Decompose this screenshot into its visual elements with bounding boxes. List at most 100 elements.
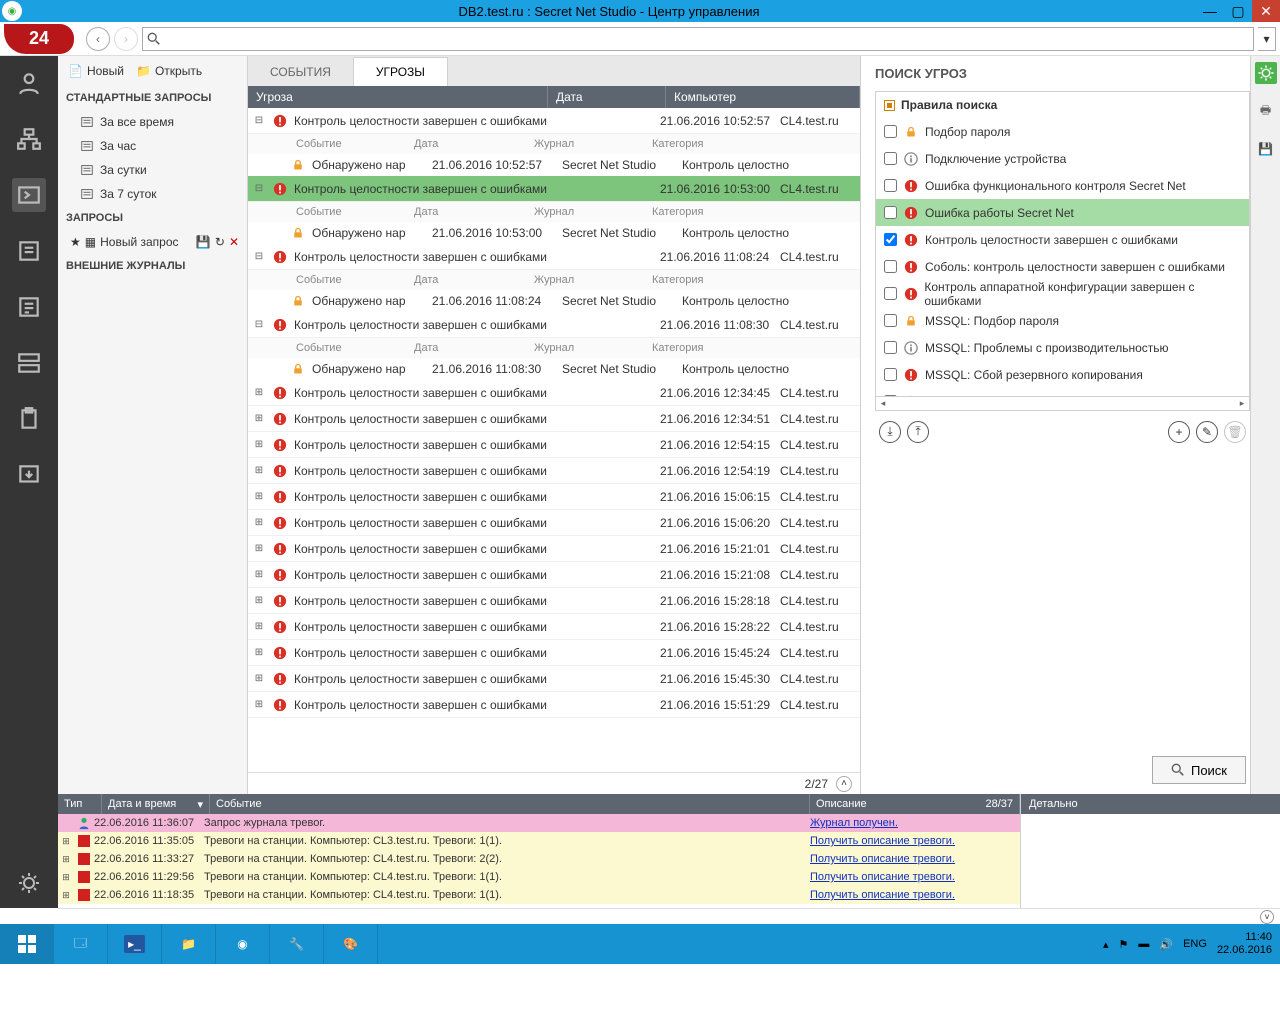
expand-icon[interactable]: ⊞ [248,595,270,606]
log-row[interactable]: 22.06.2016 11:36:07Запрос журнала тревог… [58,814,1020,832]
std-query-item[interactable]: За все время [58,110,247,134]
add-rule-button[interactable]: + [1168,421,1190,443]
rule-item[interactable]: Подбор пароля [876,118,1249,145]
expand-icon[interactable]: ⊞ [248,465,270,476]
expand-icon[interactable]: ⊞ [248,517,270,528]
threat-row[interactable]: ⊞Контроль целостности завершен с ошибкам… [248,380,860,406]
threat-row[interactable]: ⊞Контроль целостности завершен с ошибкам… [248,692,860,718]
expand-icon[interactable]: ⊞ [248,543,270,554]
threat-row[interactable]: ⊞Контроль целостности завершен с ошибкам… [248,666,860,692]
expand-icon[interactable]: ⊞ [248,647,270,658]
rule-checkbox[interactable] [884,341,897,354]
threat-row[interactable]: ⊞Контроль целостности завершен с ошибкам… [248,510,860,536]
threat-row[interactable]: ⊞Контроль целостности завершен с ошибкам… [248,640,860,666]
expand-icon[interactable]: ⊟ [248,115,270,126]
rule-item[interactable]: Подключение устройства [876,145,1249,172]
sub-row[interactable]: Обнаружено нар21.06.2016 10:52:57Secret … [248,154,860,176]
log-row[interactable]: ⊞22.06.2016 11:29:56Тревоги на станции. … [58,868,1020,886]
log-link[interactable]: Получить описание тревоги. [810,835,1020,847]
rule-item[interactable]: MSSQL: Сбой резервного копирования [876,361,1249,388]
threat-row[interactable]: ⊟Контроль целостности завершен с ошибкам… [248,108,860,134]
refresh-icon[interactable]: ↻ [215,235,225,249]
col-datetime[interactable]: Дата и время▾ [102,794,210,814]
nav-forward-button[interactable]: › [114,27,138,51]
nav-user-icon[interactable] [12,66,46,100]
col-description[interactable]: Описание28/37 [810,794,1020,814]
threat-row[interactable]: ⊞Контроль целостности завершен с ошибкам… [248,536,860,562]
nav-back-button[interactable]: ‹ [86,27,110,51]
col-type[interactable]: Тип [58,794,102,814]
task-server-icon[interactable]: 🗔 [54,924,108,964]
rule-item[interactable]: Ошибка функционального контроля Secret N… [876,172,1249,199]
sub-row[interactable]: Обнаружено нар21.06.2016 10:53:00Secret … [248,222,860,244]
tray-lang[interactable]: ENG [1183,938,1207,950]
nav-threats-icon[interactable] [12,178,46,212]
col-date[interactable]: Дата [548,86,666,108]
log-row[interactable]: ⊞22.06.2016 11:18:35Тревоги на станции. … [58,886,1020,904]
log-link[interactable]: Получить описание тревоги. [810,853,1020,865]
expand-icon[interactable]: ⊞ [58,890,74,901]
tray-clock[interactable]: 11:4022.06.2016 [1217,931,1272,957]
rules-scrollbar[interactable]: ◂▸ [875,397,1250,411]
expand-icon[interactable]: ⊟ [248,251,270,262]
threat-row[interactable]: ⊟Контроль целостности завершен с ошибкам… [248,176,860,202]
edit-rule-button[interactable]: ✎ [1196,421,1218,443]
rule-checkbox[interactable] [884,179,897,192]
search-dropdown[interactable]: ▾ [1258,27,1276,51]
task-paint-icon[interactable]: 🎨 [324,924,378,964]
rule-checkbox[interactable] [884,125,897,138]
expand-icon[interactable]: ⊞ [248,699,270,710]
expand-icon[interactable]: ⊞ [248,569,270,580]
col-computer[interactable]: Компьютер [666,86,860,108]
threat-row[interactable]: ⊞Контроль целостности завершен с ошибкам… [248,562,860,588]
rules-checkbox-icon[interactable] [884,100,895,111]
rule-item[interactable]: Контроль аппаратной конфигурации заверше… [876,280,1249,307]
nav-log2-icon[interactable] [12,290,46,324]
threat-row[interactable]: ⊟Контроль целостности завершен с ошибкам… [248,312,860,338]
nav-log1-icon[interactable] [12,234,46,268]
expand-icon[interactable]: ⊟ [248,183,270,194]
import-button[interactable]: ⤓ [879,421,901,443]
nav-network-icon[interactable] [12,122,46,156]
bottom-expand[interactable]: ˅ [58,908,1280,924]
rule-item[interactable]: MSSQL: Подбор пароля [876,307,1249,334]
nav-clipboard-icon[interactable] [12,402,46,436]
new-query-item[interactable]: ★ ▦ Новый запрос 💾 ↻ ✕ [58,230,247,254]
threats-table[interactable]: ⊟Контроль целостности завершен с ошибкам… [248,108,860,772]
rules-header[interactable]: Правила поиска [876,92,1249,118]
expand-icon[interactable]: ⊞ [58,836,74,847]
maximize-button[interactable]: ▢ [1224,0,1252,22]
expand-icon[interactable]: ⊞ [248,439,270,450]
search-field[interactable] [142,27,1254,51]
rule-item[interactable]: Соболь: контроль целостности завершен с … [876,253,1249,280]
new-button[interactable]: 📄Новый [68,64,124,78]
nav-server-icon[interactable] [12,346,46,380]
tab-events[interactable]: СОБЫТИЯ [248,58,353,86]
expand-icon[interactable]: ⊞ [248,413,270,424]
expand-icon[interactable]: ⊟ [248,319,270,330]
tray-sound-icon[interactable]: 🔊 [1159,938,1173,951]
expand-icon[interactable]: ⊞ [248,491,270,502]
threat-row[interactable]: ⊞Контроль целостности завершен с ошибкам… [248,432,860,458]
rule-checkbox[interactable] [884,233,897,246]
alert-badge[interactable]: 24 [4,24,74,54]
rule-checkbox[interactable] [884,260,897,273]
tool-save-icon[interactable]: 💾 [1255,138,1277,160]
expand-icon[interactable]: ⊞ [58,872,74,883]
task-app-icon[interactable]: ◉ [216,924,270,964]
rule-checkbox[interactable] [884,152,897,165]
threat-row[interactable]: ⊞Контроль целостности завершен с ошибкам… [248,458,860,484]
nav-download-icon[interactable] [12,458,46,492]
rule-checkbox[interactable] [884,206,897,219]
task-tool-icon[interactable]: 🔧 [270,924,324,964]
sub-row[interactable]: Обнаружено нар21.06.2016 11:08:24Secret … [248,290,860,312]
log-link[interactable]: Получить описание тревоги. [810,889,1020,901]
tab-threats[interactable]: УГРОЗЫ [353,57,448,86]
rule-item[interactable]: Сбой создания точки восстановления [876,388,1249,397]
rule-checkbox[interactable] [884,368,897,381]
rule-item[interactable]: MSSQL: Проблемы с производительностью [876,334,1249,361]
col-threat[interactable]: Угроза [248,86,548,108]
sub-row[interactable]: Обнаружено нар21.06.2016 11:08:30Secret … [248,358,860,380]
threat-row[interactable]: ⊞Контроль целостности завершен с ошибкам… [248,484,860,510]
expand-icon[interactable]: ⊞ [248,621,270,632]
